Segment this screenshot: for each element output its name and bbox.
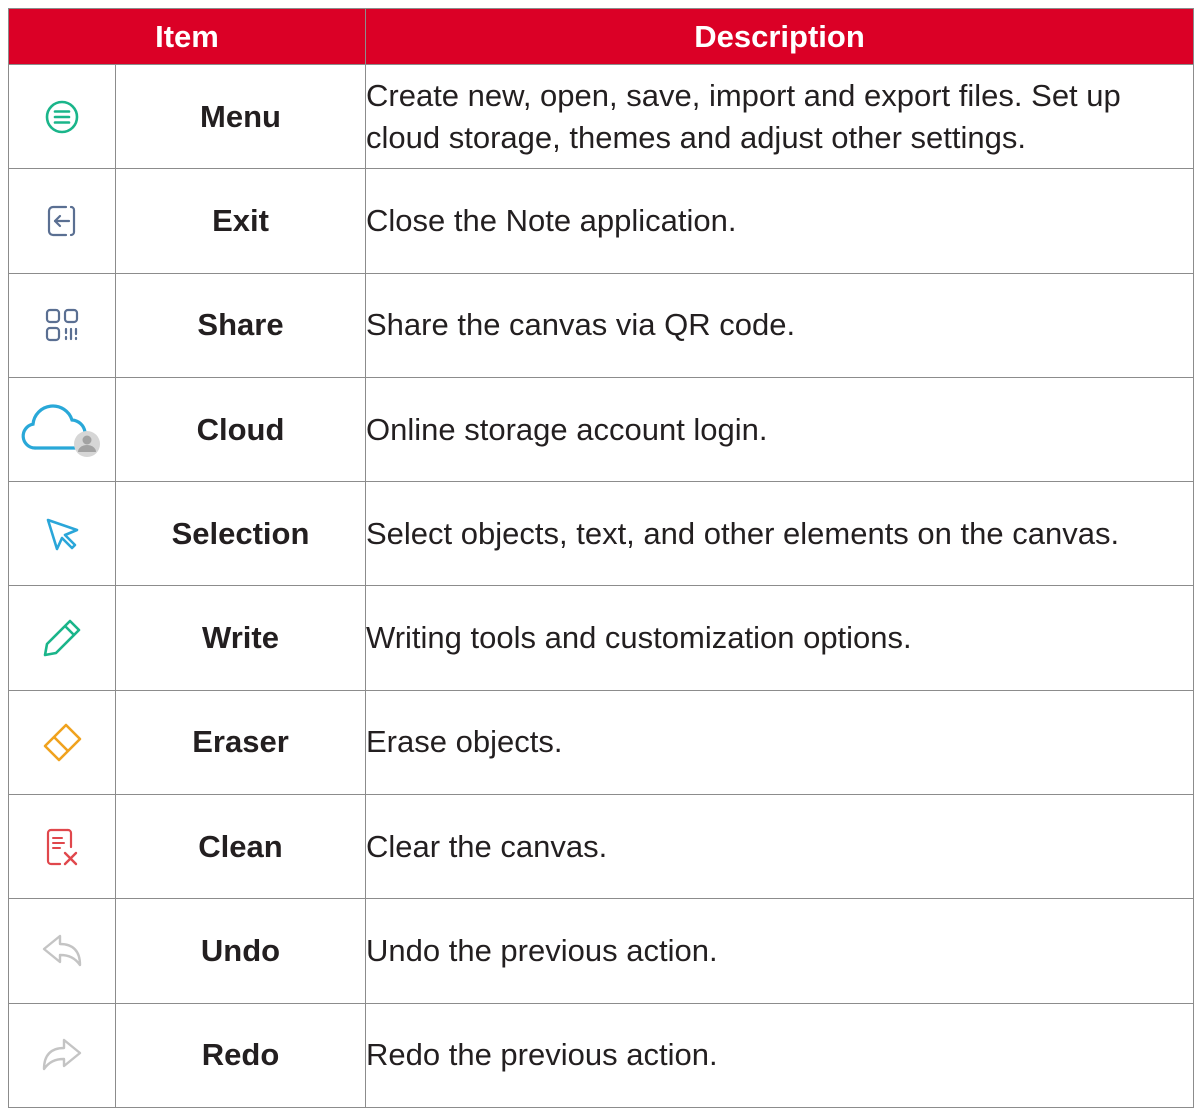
clean-document-icon [46,828,78,865]
item-name: Redo [115,1002,366,1108]
item-name: Exit [115,168,366,274]
description-column-header: Description [365,8,1194,65]
item-column-header: Item [8,8,366,65]
menu-icon [45,100,79,133]
icon-cell [8,689,116,796]
item-description: Share the canvas via QR code. [365,272,1194,378]
item-description: Clear the canvas. [365,794,1194,900]
item-description: Online storage account login. [365,376,1194,483]
item-name: Menu [115,63,366,170]
items-table: Item Description Menu Create new, open, … [8,8,1194,1108]
redo-arrow-icon [42,1039,82,1071]
item-description: Redo the previous action. [365,1002,1194,1108]
table-row: Clean Clear the canvas. [8,794,1194,900]
exit-icon [47,205,76,237]
table-row: Cloud Online storage account login. [8,376,1194,483]
icon-cell [8,481,116,587]
icon-cell [8,376,116,483]
table-header-row: Item Description [8,8,1194,65]
icon-cell [8,585,116,691]
table-row: Exit Close the Note application. [8,168,1194,274]
table-row: Undo Undo the previous action. [8,898,1194,1004]
table-row: Eraser Erase objects. [8,689,1194,796]
icon-cell [8,794,116,900]
eraser-icon [43,724,82,762]
item-name: Selection [115,481,366,587]
icon-cell [8,63,116,170]
item-description: Erase objects. [365,689,1194,796]
icon-cell [8,898,116,1004]
item-description: Writing tools and customization options. [365,585,1194,691]
pen-icon [43,619,81,657]
table-row: Redo Redo the previous action. [8,1002,1194,1108]
item-name: Share [115,272,366,378]
table-row: Write Writing tools and customization op… [8,585,1194,691]
item-description: Close the Note application. [365,168,1194,274]
item-name: Cloud [115,376,366,483]
item-name: Write [115,585,366,691]
undo-arrow-icon [42,934,82,967]
item-description: Undo the previous action. [365,898,1194,1004]
item-description: Select objects, text, and other elements… [365,481,1194,587]
cursor-arrow-icon [46,518,79,551]
item-name: Clean [115,794,366,900]
icon-cell [8,168,116,274]
item-name: Undo [115,898,366,1004]
table-row: Selection Select objects, text, and othe… [8,481,1194,587]
icon-cell [8,1002,116,1108]
item-description: Create new, open, save, import and expor… [365,63,1194,170]
table-row: Menu Create new, open, save, import and … [8,63,1194,170]
qr-code-icon [45,309,79,342]
item-name: Eraser [115,689,366,796]
icon-cell [8,272,116,378]
table-row: Share Share the canvas via QR code. [8,272,1194,378]
cloud-user-icon [21,403,100,457]
